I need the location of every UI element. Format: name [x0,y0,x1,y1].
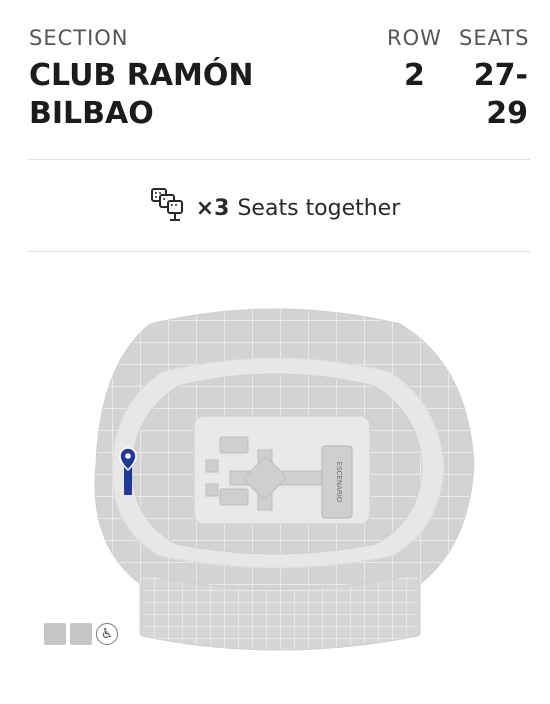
section-name-line1: CLUB RAMÓN [29,58,254,93]
ticket-header: SECTION ROW SEATS CLUB RAMÓN BILBAO 2 27… [0,0,550,160]
stage-label: ESCENARIO [335,462,343,503]
seats-together-text: Seats together [237,195,401,221]
standard-seat-icon [44,623,66,645]
section-label: SECTION [29,26,129,50]
seats-value-line1: 27- [473,58,528,93]
seats-value-line2: 29 [486,96,528,131]
banner-divider [28,251,530,252]
row-value: 2 [404,58,425,93]
wheelchair-icon: ♿ [96,623,118,645]
seats-together-icon [150,186,188,230]
seats-label: SEATS [459,26,530,50]
header-divider [28,159,530,160]
seats-together-banner: ×3 Seats together [0,182,550,234]
seats-together-count: ×3 [195,195,230,221]
section-name-line2: BILBAO [29,96,154,131]
map-legend: ♿ [44,623,118,645]
standard-seat-icon [70,623,92,645]
row-label: ROW [387,26,442,50]
